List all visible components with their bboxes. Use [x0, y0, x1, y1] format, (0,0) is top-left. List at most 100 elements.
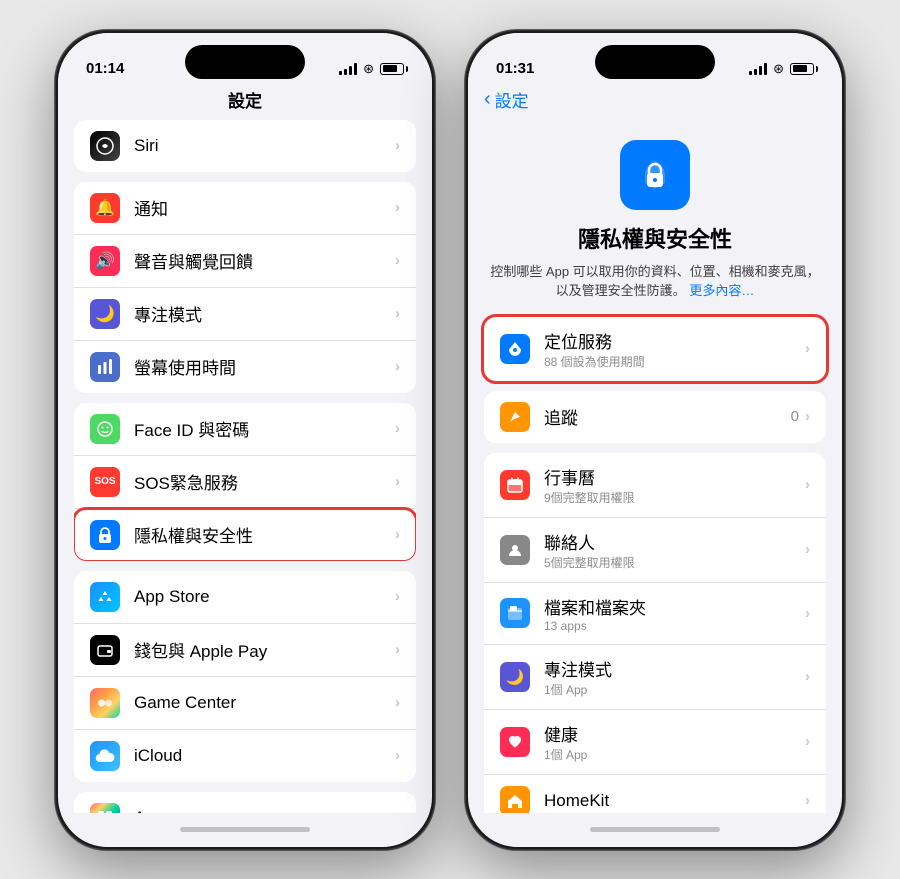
siri-icon [90, 131, 120, 161]
files-icon [500, 598, 530, 628]
files-sub: 13 apps [544, 619, 805, 633]
health-sub: 1個 App [544, 746, 805, 763]
files-chevron: › [805, 605, 810, 622]
faceid-icon [90, 414, 120, 444]
privacy-label: 隱私權與安全性 [134, 522, 395, 547]
appstore-label: App Store [134, 587, 395, 607]
faceid-chevron: › [395, 420, 400, 437]
settings-group-2: Face ID 與密碼 › SOS SOS緊急服務 › [74, 403, 416, 561]
screentime-icon [90, 352, 120, 382]
icloud-icon [90, 741, 120, 771]
focus-item[interactable]: 🌙 專注模式 › [74, 288, 416, 341]
homekit-info: HomeKit [544, 791, 805, 811]
gamecenter-item[interactable]: Game Center › [74, 677, 416, 730]
appstore-chevron: › [395, 588, 400, 605]
wallet-icon [90, 635, 120, 665]
location-info: 定位服務 88 個設為使用期間 [544, 328, 805, 370]
gamecenter-icon [90, 688, 120, 718]
contacts-label: 聯絡人 [544, 529, 805, 554]
calendar-info: 行事曆 9個完整取用權限 [544, 464, 805, 506]
settings-group-3: App Store › 錢包與 Apple Pay › [74, 571, 416, 782]
more-link[interactable]: 更多內容… [689, 283, 754, 298]
privacy-desc: 控制哪些 App 可以取用你的資料、位置、相機和麥克風，以及管理安全性防護。 更… [488, 262, 822, 301]
calendar-chevron: › [805, 476, 810, 493]
tracking-icon [500, 402, 530, 432]
time-2: 01:31 [496, 60, 534, 77]
screentime-label: 螢幕使用時間 [134, 354, 395, 379]
location-label: 定位服務 [544, 328, 805, 353]
homekit-chevron: › [805, 792, 810, 809]
privacy-chevron: › [395, 526, 400, 543]
focus-right-chevron: › [805, 668, 810, 685]
icloud-chevron: › [395, 747, 400, 764]
screentime-chevron: › [395, 358, 400, 375]
wallet-item[interactable]: 錢包與 Apple Pay › [74, 624, 416, 677]
tracking-group: 追蹤 0 › [484, 391, 826, 443]
contacts-icon [500, 535, 530, 565]
sound-item[interactable]: 🔊 聲音與觸覺回饋 › [74, 235, 416, 288]
files-item[interactable]: 檔案和檔案夾 13 apps › [484, 583, 826, 645]
focus-icon: 🌙 [90, 299, 120, 329]
home-indicator-2 [468, 813, 842, 847]
focus-right-item[interactable]: 🌙 專注模式 1個 App › [484, 645, 826, 710]
gamecenter-chevron: › [395, 694, 400, 711]
calendar-item[interactable]: 行事曆 9個完整取用權限 › [484, 453, 826, 518]
sos-chevron: › [395, 473, 400, 490]
status-icons-2: ⊛ [749, 61, 814, 77]
sos-label: SOS緊急服務 [134, 469, 395, 494]
battery-icon-2 [790, 63, 814, 75]
contacts-sub: 5個完整取用權限 [544, 554, 805, 571]
time-1: 01:14 [86, 60, 124, 77]
calendar-sub: 9個完整取用權限 [544, 489, 805, 506]
gamecenter-label: Game Center [134, 693, 395, 713]
signal-icon-2 [749, 63, 767, 75]
tracking-label: 追蹤 [544, 404, 791, 429]
location-chevron: › [805, 340, 810, 357]
dynamic-island-1 [185, 45, 305, 79]
dynamic-island-2 [595, 45, 715, 79]
siri-label: Siri [134, 136, 395, 156]
signal-icon-1 [339, 63, 357, 75]
health-icon [500, 727, 530, 757]
location-icon [500, 334, 530, 364]
location-highlighted[interactable]: 定位服務 88 個設為使用期間 › [484, 317, 826, 381]
focus-right-info: 專注模式 1個 App [544, 656, 805, 698]
icloud-label: iCloud [134, 746, 395, 766]
nav-bar-1: 設定 [58, 83, 432, 120]
faceid-label: Face ID 與密碼 [134, 416, 395, 441]
appstore-item[interactable]: App Store › [74, 571, 416, 624]
location-sub: 88 個設為使用期間 [544, 353, 805, 370]
health-chevron: › [805, 733, 810, 750]
health-info: 健康 1個 App [544, 721, 805, 763]
focus-chevron: › [395, 305, 400, 322]
tracking-value: 0 [791, 408, 799, 425]
wallet-chevron: › [395, 641, 400, 658]
health-label: 健康 [544, 721, 805, 746]
notification-item[interactable]: 🔔 通知 › [74, 182, 416, 235]
screentime-item[interactable]: 螢幕使用時間 › [74, 341, 416, 393]
files-label: 檔案和檔案夾 [544, 594, 805, 619]
privacy-item[interactable]: 隱私權與安全性 › [74, 509, 416, 561]
calendar-label: 行事曆 [544, 464, 805, 489]
page-title-1: 設定 [134, 87, 356, 112]
notification-label: 通知 [134, 195, 395, 220]
notification-chevron: › [395, 199, 400, 216]
health-item[interactable]: 健康 1個 App › [484, 710, 826, 775]
notification-icon: 🔔 [90, 193, 120, 223]
tracking-info: 追蹤 [544, 404, 791, 429]
focus-label: 專注模式 [134, 301, 395, 326]
status-icons-1: ⊛ [339, 61, 404, 77]
faceid-item[interactable]: Face ID 與密碼 › [74, 403, 416, 456]
status-bar-2: 01:31 ⊛ [468, 33, 842, 83]
sos-item[interactable]: SOS SOS緊急服務 › [74, 456, 416, 509]
contacts-item[interactable]: 聯絡人 5個完整取用權限 › [484, 518, 826, 583]
homekit-label: HomeKit [544, 791, 805, 811]
sound-label: 聲音與觸覺回饋 [134, 248, 395, 273]
siri-row[interactable]: Siri › [74, 120, 416, 172]
sos-icon: SOS [90, 467, 120, 497]
privacy-header-icon [620, 140, 690, 210]
tracking-item[interactable]: 追蹤 0 › [484, 391, 826, 443]
back-button[interactable]: ‹ 設定 [484, 87, 529, 112]
home-indicator-1 [58, 813, 432, 847]
icloud-item[interactable]: iCloud › [74, 730, 416, 782]
